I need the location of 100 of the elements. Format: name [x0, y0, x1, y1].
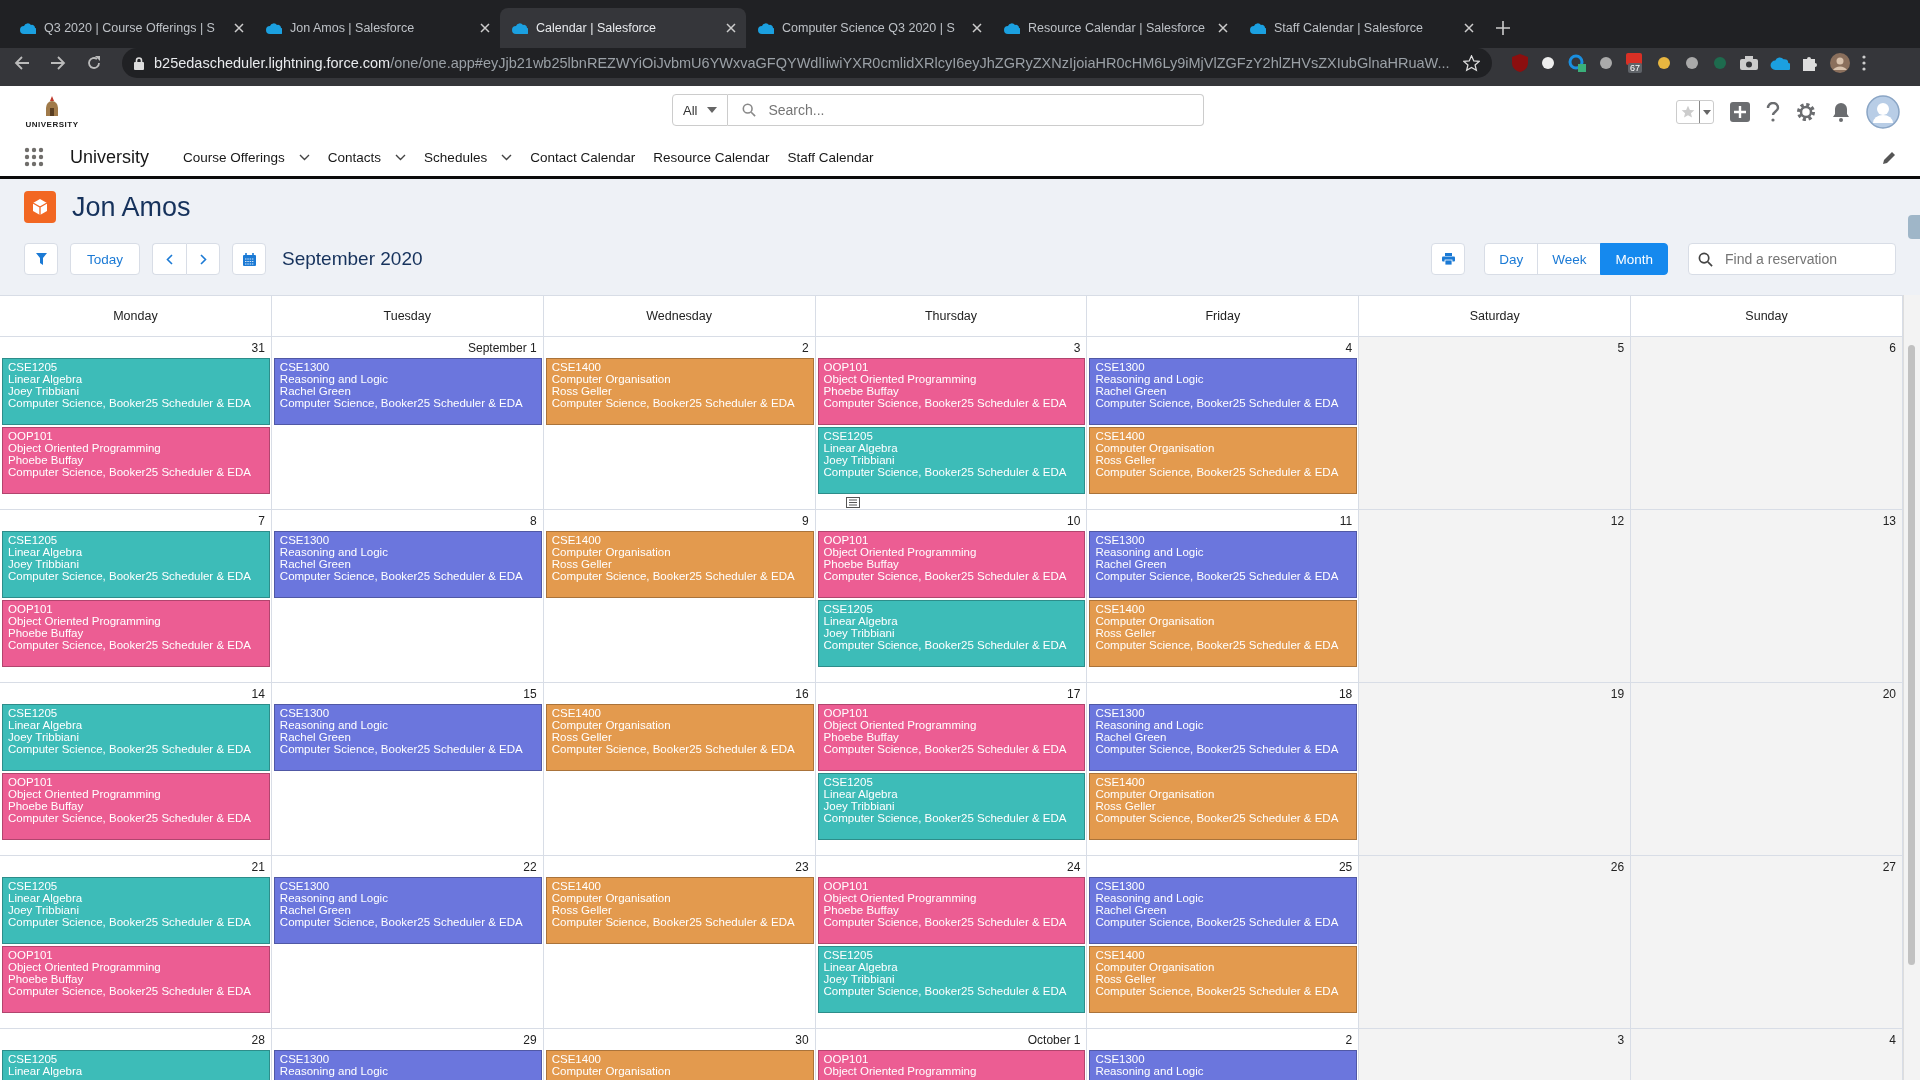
star-icon[interactable]	[1463, 54, 1480, 72]
avatar-icon[interactable]	[1830, 53, 1850, 73]
event-card[interactable]: CSE1300 Reasoning and Logic Rachel Green Computer Science, Booker25 Scheduler & EDA	[273, 531, 542, 598]
chevron-down-icon[interactable]	[501, 153, 513, 161]
event-card[interactable]: CSE1300 Reasoning and Logic Rachel Green Computer Science, Booker25 Scheduler & EDA	[1089, 358, 1358, 425]
extension-icon[interactable]	[1598, 55, 1614, 71]
extension-icon[interactable]	[1684, 55, 1700, 71]
extension-icon[interactable]	[1540, 55, 1556, 71]
day-cell[interactable]: 18 CSE1300 Reasoning and Logic Rachel Green Computer Science, Booker25 Scheduler & EDA CSE1400 Computer Organisation Ross Geller Computer Science, Booker25 Scheduler & EDA	[1087, 683, 1360, 855]
reload-icon[interactable]	[86, 55, 102, 71]
print-button[interactable]	[1431, 243, 1466, 275]
day-cell[interactable]: 9 CSE1400 Computer Organisation Ross Geller Computer Science, Booker25 Scheduler & EDA	[543, 510, 816, 682]
event-card[interactable]: CSE1300 Reasoning and Logic Rachel Green Computer Science, Booker25 Scheduler & EDA	[1089, 877, 1358, 944]
browser-tab[interactable]: Staff Calendar | Salesforce	[1238, 8, 1484, 48]
nav-item[interactable]: Staff Calendar	[787, 149, 874, 165]
day-cell[interactable]: 28 CSE1205 Linear Algebra	[0, 1029, 272, 1080]
caret-icon[interactable]	[707, 107, 718, 113]
filter-button[interactable]	[24, 243, 58, 275]
day-cell[interactable]: 3 OOP101 Object Oriented Programming Phoebe Buffay Computer Science, Booker25 Scheduler & EDA CSE1205 Linear Algebra Joey Tribbiani Computer Science, Booker25 Scheduler & EDA	[815, 337, 1088, 509]
close-icon[interactable]	[726, 23, 736, 33]
browser-tab[interactable]: Q3 2020 | Course Offerings | S	[8, 8, 254, 48]
view-tab[interactable]: Month	[1600, 243, 1668, 275]
day-cell[interactable]: 27	[1631, 856, 1903, 1028]
browser-tab[interactable]: Calendar | Salesforce	[500, 8, 746, 48]
nav-item[interactable]: Resource Calendar	[653, 149, 770, 165]
course-title: Linear Algebra	[823, 961, 899, 973]
find-reservation-field[interactable]: Find a reservation	[1688, 243, 1896, 275]
view-tab[interactable]: Day	[1484, 243, 1539, 275]
day-cell[interactable]: 4 CSE1300 Reasoning and Logic Rachel Green Computer Science, Booker25 Scheduler & EDA CSE1400 Computer Organisation Ross Geller Computer Science, Booker25 Scheduler & EDA	[1087, 337, 1360, 509]
day-cell[interactable]: 12	[1359, 510, 1632, 682]
day-cell[interactable]: 19	[1359, 683, 1632, 855]
day-cell[interactable]: 20	[1631, 683, 1903, 855]
nav-item[interactable]: Course Offerings	[183, 149, 310, 165]
event-card[interactable]: CSE1300 Reasoning and Logic	[273, 1050, 542, 1080]
day-cell[interactable]: 26	[1359, 856, 1632, 1028]
view-tab[interactable]: Week	[1537, 243, 1602, 275]
camera-icon[interactable]	[1740, 56, 1758, 70]
ring-icon[interactable]	[1568, 54, 1586, 72]
day-cell[interactable]: October 1 OOP101 Object Oriented Programming	[815, 1029, 1088, 1080]
close-icon[interactable]	[972, 23, 982, 33]
day-cell[interactable]: 29 CSE1300 Reasoning and Logic	[271, 1029, 544, 1080]
calendar-button[interactable]	[232, 243, 267, 275]
day-cell[interactable]: 5	[1359, 337, 1632, 509]
close-icon[interactable]	[234, 23, 244, 33]
event-card[interactable]: CSE1300 Reasoning and Logic	[1089, 1050, 1358, 1080]
scrollbar[interactable]	[1903, 295, 1920, 1080]
event-card[interactable]: CSE1300 Reasoning and Logic Rachel Green Computer Science, Booker25 Scheduler & EDA	[1089, 531, 1358, 598]
event-card[interactable]: CSE1300 Reasoning and Logic Rachel Green Computer Science, Booker25 Scheduler & EDA	[1089, 704, 1358, 771]
day-cell[interactable]: 11 CSE1300 Reasoning and Logic Rachel Green Computer Science, Booker25 Scheduler & EDA CSE1400 Computer Organisation Ross Geller Computer Science, Booker25 Scheduler & EDA	[1087, 510, 1360, 682]
browser-tab[interactable]: Computer Science Q3 2020 | S	[746, 8, 992, 48]
event-card[interactable]: CSE1300 Reasoning and Logic Rachel Green Computer Science, Booker25 Scheduler & EDA	[273, 704, 542, 771]
day-cell[interactable]: 30 CSE1400 Computer Organisation	[543, 1029, 816, 1080]
settings-icon[interactable]	[1796, 102, 1816, 122]
day-cell[interactable]: 16 CSE1400 Computer Organisation Ross Geller Computer Science, Booker25 Scheduler & EDA	[543, 683, 816, 855]
edit-icon[interactable]	[1883, 150, 1896, 164]
app-launcher-icon[interactable]	[24, 147, 44, 167]
browser-tab[interactable]: Resource Calendar | Salesforce	[992, 8, 1238, 48]
nav-item[interactable]: Contact Calendar	[530, 149, 636, 165]
help-icon[interactable]	[1766, 102, 1780, 122]
day-cell[interactable]: 4	[1631, 1029, 1903, 1080]
star-icon[interactable]	[1681, 105, 1695, 119]
more-icon[interactable]	[1862, 55, 1866, 71]
back-icon[interactable]	[14, 55, 30, 71]
close-icon[interactable]	[480, 23, 490, 33]
plus-icon[interactable]	[1496, 21, 1510, 35]
card-icon[interactable]	[845, 497, 860, 508]
day-cell[interactable]: 2 CSE1400 Computer Organisation Ross Geller Computer Science, Booker25 Scheduler & EDA	[543, 337, 816, 509]
notifications-icon[interactable]	[1832, 102, 1850, 122]
day-cell[interactable]: 2 CSE1300 Reasoning and Logic	[1087, 1029, 1360, 1080]
search-scope-dropdown[interactable]: All	[672, 94, 729, 126]
event-card[interactable]: CSE1300 Reasoning and Logic Rachel Green Computer Science, Booker25 Scheduler & EDA	[273, 358, 542, 425]
day-cell[interactable]: 13	[1631, 510, 1903, 682]
chevron-down-icon[interactable]	[395, 153, 407, 161]
puzzle-icon[interactable]	[1802, 55, 1818, 71]
nav-item[interactable]: Contacts	[327, 149, 407, 165]
day-cell[interactable]: 3	[1359, 1029, 1632, 1080]
day-cell[interactable]: 25 CSE1300 Reasoning and Logic Rachel Green Computer Science, Booker25 Scheduler & EDA CSE1400 Computer Organisation Ross Geller Computer Science, Booker25 Scheduler & EDA	[1087, 856, 1360, 1028]
forward-icon[interactable]	[50, 55, 66, 71]
browser-tab[interactable]: Jon Amos | Salesforce	[254, 8, 500, 48]
page-title: Jon Amos	[72, 191, 191, 223]
close-icon[interactable]	[1218, 23, 1228, 33]
chevron-down-icon[interactable]	[298, 153, 310, 161]
cloud-icon[interactable]	[1770, 56, 1790, 70]
today-button[interactable]: Today	[70, 243, 141, 275]
day-cell[interactable]: September 1 CSE1300 Reasoning and Logic Rachel Green Computer Science, Booker25 Scheduler & EDA	[271, 337, 544, 509]
address-bar[interactable]: b25edascheduler.lightning.force.com/one/one.app#eyJjb21wb25lbnREZWYiOiJvbmU6YWxvaGFQYWdlIiwiYXR0cmlidXRlcyI6eyJhZGRyZXNzIjoiaHR0cHM6Ly9iMjVlZGFzY2hlZHVsZXIubGlnaHRuaW...	[122, 48, 1492, 78]
day-cell[interactable]: 8 CSE1300 Reasoning and Logic Rachel Green Computer Science, Booker25 Scheduler & EDA	[271, 510, 544, 682]
nav-item[interactable]: Schedules	[424, 149, 513, 165]
day-cell[interactable]: 22 CSE1300 Reasoning and Logic Rachel Green Computer Science, Booker25 Scheduler & EDA	[271, 856, 544, 1028]
add-icon[interactable]	[1730, 102, 1750, 122]
day-cell[interactable]: 23 CSE1400 Computer Organisation Ross Geller Computer Science, Booker25 Scheduler & EDA	[543, 856, 816, 1028]
day-cell[interactable]: 6	[1631, 337, 1903, 509]
panel-toggle-icon[interactable]	[1908, 215, 1920, 239]
event-card[interactable]: CSE1300 Reasoning and Logic Rachel Green Computer Science, Booker25 Scheduler & EDA	[273, 877, 542, 944]
search-field[interactable]: Search...	[728, 94, 1205, 126]
extension-icon[interactable]	[1656, 55, 1672, 71]
caret-icon[interactable]	[1702, 109, 1711, 115]
close-icon[interactable]	[1464, 23, 1474, 33]
favorites-button[interactable]	[1676, 100, 1714, 124]
day-cell[interactable]: 15 CSE1300 Reasoning and Logic Rachel Green Computer Science, Booker25 Scheduler & EDA	[271, 683, 544, 855]
